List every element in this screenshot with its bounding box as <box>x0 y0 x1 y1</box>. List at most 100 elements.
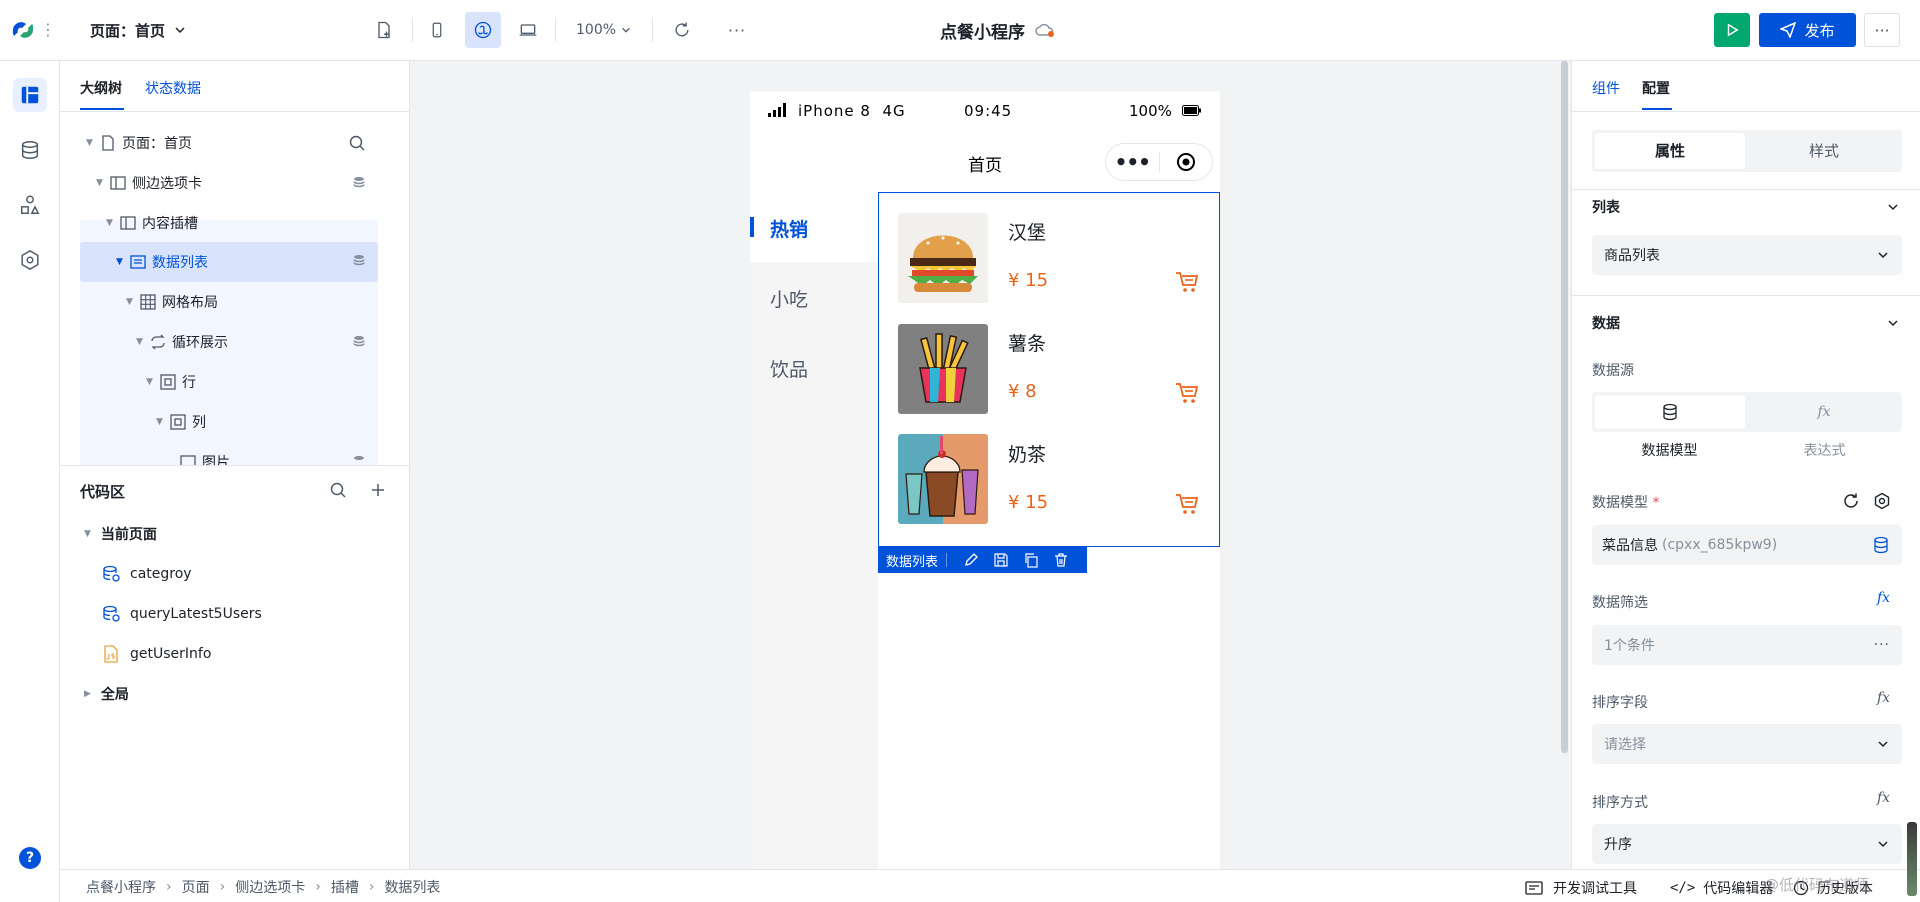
code-item[interactable]: queryLatest5Users <box>102 599 262 629</box>
app-menu-dots-icon[interactable]: ⋮ <box>40 20 56 40</box>
dev-tools-button[interactable]: 开发调试工具 <box>1525 878 1637 898</box>
tab-config[interactable]: 配置 <box>1642 78 1670 98</box>
settings-icon[interactable] <box>1873 492 1891 510</box>
datasource-model-option[interactable] <box>1595 395 1745 429</box>
cart-icon[interactable] <box>1175 271 1199 293</box>
breadcrumb-item[interactable]: 页面 <box>182 877 210 897</box>
sidebar-tab-hot[interactable]: 热销 <box>750 192 878 262</box>
page-selector[interactable]: 页面：首页 <box>90 20 187 40</box>
outline-panel: 大纲树 状态数据 ▼ 页面：首页 ▼ 侧边选项卡 ▼ 内容插槽 ▼ 数据列表 ▼… <box>60 61 410 869</box>
miniprogram-view-icon[interactable] <box>465 12 501 48</box>
breadcrumb-separator-icon: › <box>315 879 321 895</box>
outline-icon[interactable] <box>13 78 47 112</box>
cart-icon[interactable] <box>1175 382 1199 404</box>
copy-icon[interactable] <box>1023 552 1039 568</box>
page-selector-label: 页面：首页 <box>90 21 166 40</box>
search-icon[interactable] <box>329 481 347 499</box>
datasource-expression-option[interactable]: fx <box>1749 395 1899 429</box>
code-editor-button[interactable]: </> 代码编辑器 <box>1670 878 1773 898</box>
code-item[interactable]: getUserInfo <box>102 639 211 669</box>
close-miniprogram-icon[interactable] <box>1160 152 1213 172</box>
sort-field-select[interactable]: 请选择 <box>1592 724 1902 764</box>
tab-state-data[interactable]: 状态数据 <box>145 78 201 98</box>
canvas-scrollbar[interactable] <box>1561 61 1568 753</box>
app-title-text: 点餐小程序 <box>940 22 1025 43</box>
datasource-icon <box>352 335 366 349</box>
publish-button[interactable]: 发布 <box>1759 13 1856 47</box>
run-button[interactable] <box>1714 13 1750 47</box>
sort-order-select[interactable]: 升序 <box>1592 824 1902 864</box>
product-price: ¥ 15 <box>1008 270 1049 291</box>
desktop-view-icon[interactable] <box>516 18 540 42</box>
fx-icon[interactable]: fx <box>1877 690 1890 706</box>
help-icon[interactable]: ? <box>19 847 41 869</box>
components-icon[interactable] <box>13 188 47 222</box>
section-list-title[interactable]: 列表 <box>1592 197 1620 217</box>
fx-icon[interactable]: fx <box>1877 790 1890 806</box>
more-icon[interactable]: ··· <box>725 18 749 42</box>
panel-divider <box>60 465 410 466</box>
more-menu-button[interactable]: ··· <box>1864 13 1900 47</box>
product-price: ¥ 8 <box>1008 381 1037 402</box>
breadcrumb-item[interactable]: 点餐小程序 <box>86 877 156 897</box>
search-icon[interactable] <box>348 134 366 152</box>
tree-node-side-tabs[interactable]: ▼ 侧边选项卡 <box>80 164 378 202</box>
save-icon[interactable] <box>993 552 1009 568</box>
dev-tools-icon <box>1525 881 1543 895</box>
capsule-menu[interactable]: ••• <box>1105 143 1213 181</box>
more-icon[interactable]: ··· <box>1874 637 1890 653</box>
database-icon[interactable] <box>1872 536 1890 554</box>
tree-node-row[interactable]: ▼ 行 <box>80 363 378 401</box>
data-model-select[interactable]: 菜品信息 (cpxx_685kpw9) <box>1592 525 1902 565</box>
refresh-icon[interactable] <box>670 18 694 42</box>
active-tab-indicator <box>1642 108 1672 110</box>
data-filter-input[interactable]: 1个条件 ··· <box>1592 625 1902 665</box>
new-page-icon[interactable] <box>372 18 396 42</box>
app-logo-icon[interactable] <box>10 17 36 43</box>
settings-icon[interactable] <box>13 243 47 277</box>
tree-node-repeater[interactable]: ▼ 循环展示 <box>80 323 378 361</box>
list-select[interactable]: 商品列表 <box>1592 235 1902 275</box>
chevron-down-icon[interactable] <box>1886 200 1900 214</box>
tree-node-label: 数据列表 <box>152 255 208 271</box>
zoom-select[interactable]: 100% <box>576 20 632 40</box>
code-group-label: 当前页面 <box>100 527 157 543</box>
list-select-value: 商品列表 <box>1604 248 1660 264</box>
tab-outline[interactable]: 大纲树 <box>80 78 122 98</box>
cart-icon[interactable] <box>1175 493 1199 515</box>
code-group-global[interactable]: ▶ 全局 <box>84 679 129 709</box>
side-widget-handle[interactable] <box>1907 822 1917 896</box>
tree-node-content-slot[interactable]: ▼ 内容插槽 <box>80 204 378 242</box>
sidebar-tab-snack[interactable]: 小吃 <box>770 285 808 312</box>
refresh-icon[interactable] <box>1842 492 1860 510</box>
selection-toolbar: 数据列表 <box>878 547 1087 573</box>
breadcrumb-item[interactable]: 插槽 <box>331 877 359 897</box>
delete-icon[interactable] <box>1053 552 1069 568</box>
chevron-down-icon[interactable] <box>1886 316 1900 330</box>
tree-node-image[interactable]: 图片 <box>80 443 378 465</box>
carrier-text: iPhone 8 4G <box>798 102 906 120</box>
fx-icon[interactable]: fx <box>1877 590 1890 606</box>
segment-styles[interactable]: 样式 <box>1749 133 1899 169</box>
edit-icon[interactable] <box>963 552 979 568</box>
selection-tag-label: 数据列表 <box>886 554 939 570</box>
tree-node-column[interactable]: ▼ 列 <box>80 403 378 441</box>
product-image-fries <box>898 324 988 414</box>
breadcrumb-item[interactable]: 侧边选项卡 <box>235 877 305 897</box>
database-icon[interactable] <box>13 133 47 167</box>
mobile-view-icon[interactable] <box>425 18 449 42</box>
tree-node-grid[interactable]: ▼ 网格布局 <box>80 283 378 321</box>
sidebar-tab-drinks[interactable]: 饮品 <box>770 355 808 382</box>
tree-node-data-list[interactable]: ▼ 数据列表 <box>80 242 378 282</box>
tab-components[interactable]: 组件 <box>1592 78 1620 98</box>
tree-node-label: 行 <box>182 375 196 391</box>
add-icon[interactable] <box>369 481 387 499</box>
loop-icon <box>150 334 166 350</box>
segment-properties[interactable]: 属性 <box>1595 133 1745 169</box>
code-group-current-page[interactable]: ▼ 当前页面 <box>84 519 157 549</box>
more-dots-icon[interactable]: ••• <box>1106 152 1159 172</box>
code-item[interactable]: categroy <box>102 559 192 589</box>
section-data-title[interactable]: 数据 <box>1592 313 1620 333</box>
tree-node-page[interactable]: ▼ 页面：首页 <box>80 124 378 162</box>
breadcrumb-item[interactable]: 数据列表 <box>384 877 440 897</box>
